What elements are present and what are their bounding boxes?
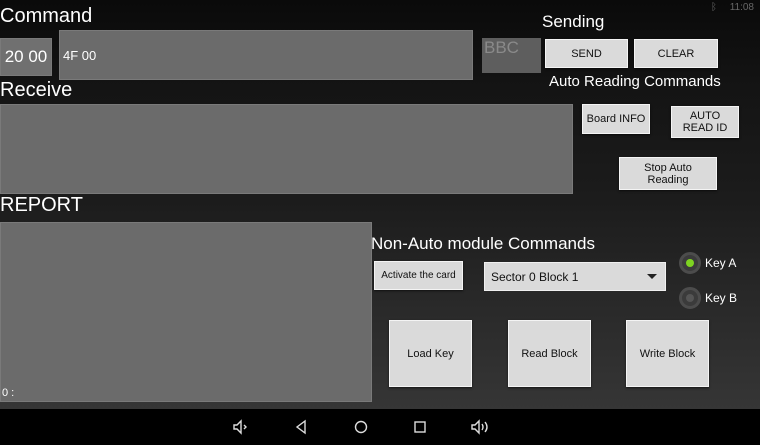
report-field[interactable]: 0 :	[0, 222, 372, 402]
dropdown-arrow-icon	[647, 274, 657, 279]
status-time: 11:08	[729, 2, 754, 13]
sector-dropdown[interactable]: Sector 0 Block 1	[484, 262, 666, 291]
auto-read-id-button[interactable]: AUTO READ ID	[671, 106, 739, 138]
key-a-radio[interactable]: Key A	[679, 252, 736, 274]
read-block-button[interactable]: Read Block	[508, 320, 591, 387]
volume-down-icon[interactable]	[226, 409, 256, 445]
receive-title: Receive	[0, 79, 73, 101]
stop-auto-reading-button[interactable]: Stop Auto Reading	[619, 157, 717, 190]
command-title: Command	[0, 5, 93, 27]
clear-button[interactable]: CLEAR	[634, 39, 718, 68]
bbc-field: BBC	[482, 38, 541, 73]
command-prefix-text: 20 00	[4, 47, 48, 66]
sending-title: Sending	[542, 12, 605, 31]
sector-dropdown-value: Sector 0 Block 1	[491, 269, 579, 284]
command-input[interactable]: 4F 00	[59, 30, 473, 80]
report-title: REPORT	[0, 194, 83, 216]
home-icon[interactable]	[346, 409, 376, 445]
activate-card-button[interactable]: Activate the card	[374, 261, 463, 290]
radio-unchecked-icon	[679, 287, 701, 309]
nonauto-title: Non-Auto module Commands	[371, 234, 595, 253]
key-b-label: Key B	[705, 291, 738, 305]
volume-up-icon[interactable]	[465, 409, 495, 445]
load-key-button[interactable]: Load Key	[389, 320, 472, 387]
key-b-radio[interactable]: Key B	[679, 287, 737, 309]
key-a-label: Key A	[705, 256, 737, 270]
navigation-bar	[0, 409, 760, 445]
command-input-text: 4F 00	[63, 47, 97, 63]
back-icon[interactable]	[286, 409, 316, 445]
recents-icon[interactable]	[405, 409, 435, 445]
bbc-text: BBC	[484, 38, 519, 57]
radio-checked-icon	[679, 252, 701, 274]
receive-field[interactable]	[0, 104, 573, 194]
send-button[interactable]: SEND	[545, 39, 628, 68]
report-text: 0 :	[2, 387, 15, 399]
bluetooth-icon: ᛒ	[710, 2, 717, 13]
write-block-button[interactable]: Write Block	[626, 320, 709, 387]
auto-title: Auto Reading Commands	[549, 73, 721, 90]
board-info-button[interactable]: Board INFO	[582, 104, 650, 134]
command-prefix-field[interactable]: 20 00	[0, 38, 52, 76]
status-bar: ᛒ 11:08	[711, 2, 754, 13]
